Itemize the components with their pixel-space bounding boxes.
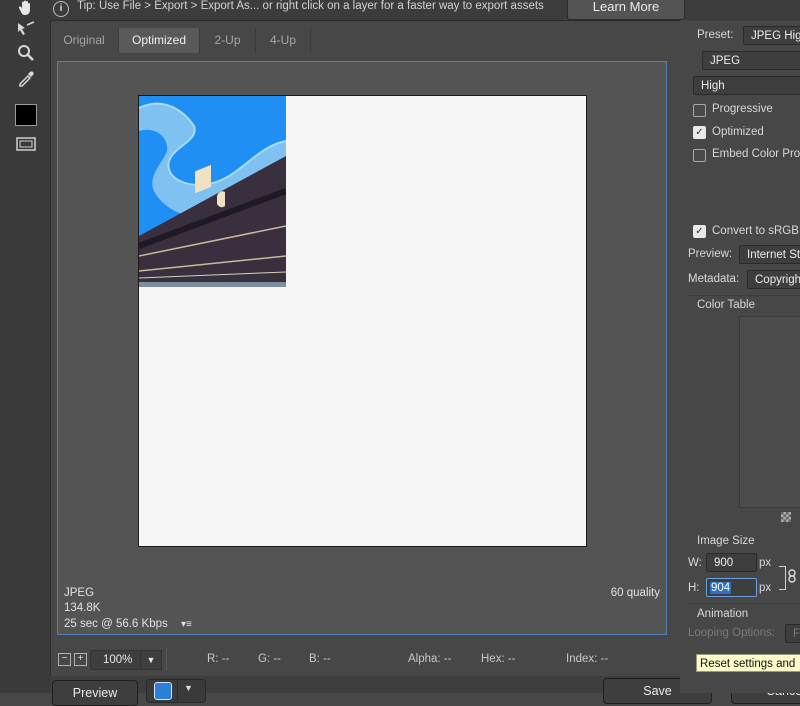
slice-select-icon[interactable] bbox=[13, 18, 39, 40]
eyedropper-color-swatch[interactable] bbox=[13, 104, 39, 126]
readout-index: Index: -- bbox=[566, 653, 609, 665]
swatch-fill bbox=[15, 104, 37, 126]
readout-hex: Hex: -- bbox=[481, 653, 516, 665]
preview-label: Preview: bbox=[688, 248, 733, 260]
info-icon: i bbox=[53, 1, 69, 17]
convert-srgb-checkbox[interactable]: ✓ bbox=[693, 225, 706, 238]
tab-original[interactable]: Original bbox=[50, 28, 119, 53]
height-unit: px bbox=[759, 582, 772, 594]
learn-more-button[interactable]: Learn More bbox=[567, 0, 685, 20]
color-table-heading: Color Table bbox=[697, 299, 755, 311]
looping-options-select[interactable]: Forever bbox=[785, 624, 800, 643]
download-speed-menu-icon[interactable]: ▾≡ bbox=[181, 619, 192, 630]
embed-color-profile-label: Embed Color Profile bbox=[712, 148, 800, 160]
reset-tooltip: Reset settings and bbox=[696, 654, 800, 672]
width-unit: px bbox=[759, 557, 772, 569]
metadata-select[interactable]: Copyright bbox=[747, 270, 800, 289]
chevron-down-icon: ▼ bbox=[140, 651, 161, 669]
image-size-heading: Image Size bbox=[697, 535, 755, 547]
download-time: 25 sec @ 56.6 Kbps bbox=[64, 618, 168, 630]
progressive-label: Progressive bbox=[712, 103, 773, 115]
format-label: JPEG bbox=[64, 587, 95, 599]
zoom-level-value: 100% bbox=[103, 654, 133, 666]
preview-canvas[interactable]: JPEG 134.8K 25 sec @ 56.6 Kbps ▾≡ 60 qua… bbox=[57, 61, 667, 635]
hand-icon[interactable] bbox=[13, 0, 39, 19]
link-dimensions-icon[interactable] bbox=[788, 569, 797, 583]
tip-bar: i Tip: Use File > Export > Export As... … bbox=[50, 0, 800, 21]
tab-optimized[interactable]: Optimized bbox=[119, 28, 200, 53]
readout-r: R: -- bbox=[207, 653, 230, 665]
tip-text: Tip: Use File > Export > Export As... or… bbox=[77, 0, 544, 12]
width-input[interactable]: 900 bbox=[706, 553, 757, 572]
preset-label: Preset: bbox=[697, 29, 734, 41]
readout-g: G: -- bbox=[258, 653, 281, 665]
tool-column bbox=[0, 0, 51, 693]
chevron-down-icon: ▼ bbox=[184, 683, 193, 693]
preset-select[interactable]: JPEG High bbox=[743, 26, 800, 45]
toggle-slices-icon[interactable] bbox=[13, 133, 39, 155]
animation-heading: Animation bbox=[697, 608, 749, 620]
view-tabs: Original Optimized 2-Up 4-Up bbox=[50, 28, 680, 53]
artboard bbox=[138, 95, 587, 547]
eyedropper-icon[interactable] bbox=[13, 67, 39, 89]
quality-select[interactable]: High bbox=[693, 76, 800, 95]
browser-icon bbox=[154, 682, 172, 700]
quality-label: 60 quality bbox=[610, 587, 660, 599]
convert-srgb-label: Convert to sRGB bbox=[712, 225, 799, 237]
optimized-checkbox[interactable]: ✓ bbox=[693, 126, 706, 139]
looping-options-label: Looping Options: bbox=[688, 627, 775, 639]
format-select[interactable]: JPEG bbox=[702, 51, 800, 70]
height-input-value: 904 bbox=[710, 582, 732, 594]
color-table[interactable] bbox=[739, 316, 800, 508]
height-input[interactable]: 904 bbox=[706, 578, 757, 597]
status-bar: − + 100% ▼ R: -- G: -- B: -- Alpha: -- H… bbox=[50, 646, 690, 674]
metadata-label: Metadata: bbox=[688, 273, 740, 285]
tab-4-up[interactable]: 4-Up bbox=[256, 28, 311, 53]
color-table-options-icon[interactable] bbox=[781, 512, 791, 522]
width-label: W: bbox=[688, 557, 702, 569]
tab-2-up[interactable]: 2-Up bbox=[200, 28, 256, 53]
image-preview bbox=[139, 96, 286, 287]
link-bracket bbox=[779, 566, 786, 590]
preview-select[interactable]: Internet Standard RGB bbox=[739, 245, 800, 264]
zoom-out-button[interactable]: − bbox=[58, 653, 71, 666]
progressive-checkbox[interactable] bbox=[693, 104, 706, 117]
readout-alpha: Alpha: -- bbox=[408, 653, 452, 665]
preview-button[interactable]: Preview bbox=[52, 680, 138, 706]
optimized-label: Optimized bbox=[712, 126, 764, 138]
height-label: H: bbox=[688, 582, 700, 594]
zoom-icon[interactable] bbox=[13, 42, 39, 64]
file-size: 134.8K bbox=[64, 602, 101, 614]
zoom-in-button[interactable]: + bbox=[74, 653, 87, 666]
zoom-level-select[interactable]: 100% ▼ bbox=[90, 650, 162, 670]
readout-b: B: -- bbox=[309, 653, 331, 665]
embed-color-profile-checkbox[interactable] bbox=[693, 149, 706, 162]
browser-preview-select[interactable]: ▼ bbox=[146, 679, 206, 703]
